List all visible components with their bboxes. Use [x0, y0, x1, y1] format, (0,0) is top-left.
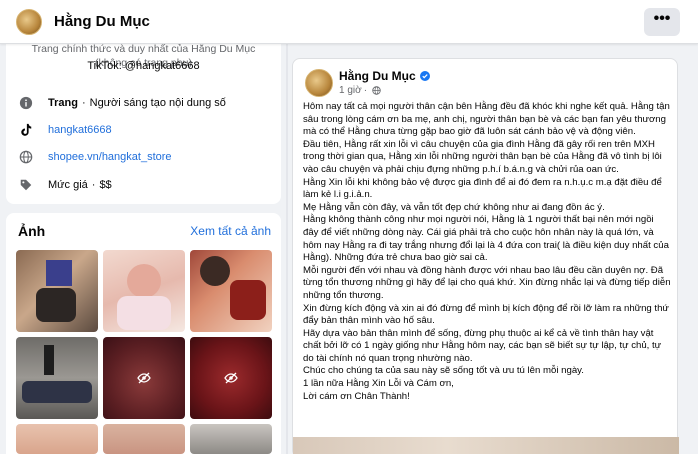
intro-card: Trang chính thức và duy nhất của Hằng Du… — [6, 43, 281, 204]
tiktok-row[interactable]: hangkat6668 — [18, 122, 112, 138]
post-author-name[interactable]: Hằng Du Mục — [339, 69, 416, 83]
post-author-avatar[interactable] — [305, 69, 333, 97]
price-value: $$ — [99, 179, 112, 191]
hidden-eye-icon — [137, 372, 151, 384]
verified-badge-icon — [419, 71, 430, 81]
price-label: Mức giá — [48, 179, 88, 191]
price-tag-icon — [18, 177, 34, 193]
post-paragraph: Hằng Xin lỗi khi không bảo vệ được gia đ… — [303, 176, 662, 201]
photo-thumbnail[interactable] — [190, 424, 272, 454]
post-paragraph: 1 lần nữa Hằng Xin Lỗi và Cám ơn, — [303, 378, 454, 390]
post-paragraph: Lời cám ơn Chân Thành! — [303, 390, 410, 402]
sensitive-photo-thumbnail[interactable] — [190, 337, 272, 419]
tiktok-icon — [18, 122, 34, 138]
sensitive-photo-thumbnail[interactable] — [103, 337, 185, 419]
column-divider — [286, 44, 288, 454]
page-label: Trang — [48, 97, 78, 109]
page-category-row: Trang · Người sáng tạo nội dung số — [18, 95, 226, 111]
post-image[interactable] — [293, 437, 679, 454]
more-options-button[interactable]: ••• — [644, 8, 680, 36]
page-title[interactable]: Hằng Du Mục — [54, 13, 150, 30]
post-time-row: 1 giờ · — [339, 85, 381, 96]
page-category: Người sáng tạo nội dung số — [89, 97, 226, 109]
photo-thumbnail[interactable] — [16, 424, 98, 454]
photo-thumbnail[interactable] — [103, 424, 185, 454]
post-paragraph: Đầu tiên, Hằng rất xin lỗi vì câu chuyện… — [303, 138, 662, 175]
photos-card: Ảnh Xem tất cả ảnh — [6, 213, 281, 454]
post-paragraph: Hôm nay tất cả mọi người thân cận bên Hằ… — [303, 101, 670, 138]
post-card: Hằng Du Mục 1 giờ · Hôm nay tất cả mọi n… — [292, 58, 679, 454]
photo-thumbnail[interactable] — [16, 250, 98, 332]
photo-thumbnail[interactable] — [16, 337, 98, 419]
tiktok-link[interactable]: hangkat6668 — [48, 124, 112, 136]
hidden-eye-icon — [224, 372, 238, 384]
price-row: Mức giá · $$ — [18, 177, 112, 193]
shopee-row[interactable]: shopee.vn/hangkat_store — [18, 149, 172, 165]
see-all-photos-link[interactable]: Xem tất cả ảnh — [190, 224, 271, 238]
tiktok-text: TikTok: @hangkat6668 — [87, 60, 200, 72]
post-body: Hôm nay tất cả mọi người thân cận bên Hằ… — [303, 101, 671, 403]
info-icon — [18, 95, 34, 111]
page-header: Hằng Du Mục ••• — [0, 0, 698, 44]
page-avatar[interactable] — [16, 9, 42, 35]
post-paragraph: Hãy dựa vào bản thân mình để sống, đừng … — [303, 327, 662, 364]
post-paragraph: Mỗi người đến với nhau và đồng hành được… — [303, 264, 671, 301]
post-paragraph: Xin đừng kích động và xin ai đó đừng để … — [303, 302, 669, 327]
page-scrollbar[interactable] — [690, 44, 698, 454]
shopee-link[interactable]: shopee.vn/hangkat_store — [48, 151, 172, 163]
photo-thumbnail[interactable] — [103, 250, 185, 332]
post-time[interactable]: 1 giờ — [339, 85, 362, 96]
post-paragraph: Chúc cho chúng ta của sau này sẽ sống tố… — [303, 365, 584, 377]
post-author-row: Hằng Du Mục — [339, 69, 430, 83]
post-paragraph: Hằng không thành công như mọi người nói,… — [303, 214, 669, 264]
public-globe-icon — [372, 86, 381, 95]
photo-thumbnail[interactable] — [190, 250, 272, 332]
globe-icon — [18, 149, 34, 165]
post-paragraph: Mẹ Hằng vẫn còn đây, và vẫn tốt đẹp chứ … — [303, 201, 605, 213]
photos-title: Ảnh — [18, 223, 46, 239]
